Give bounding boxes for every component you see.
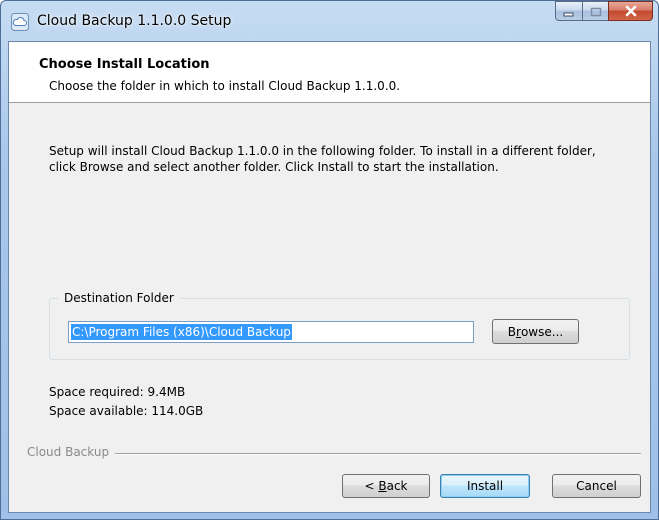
destination-group-label: Destination Folder	[58, 291, 180, 305]
cancel-button[interactable]: Cancel	[552, 474, 641, 498]
destination-path-value: C:\Program Files (x86)\Cloud Backup	[71, 324, 292, 340]
window-title: Cloud Backup 1.1.0.0 Setup	[37, 13, 232, 29]
intro-line-1: Setup will install Cloud Backup 1.1.0.0 …	[49, 144, 596, 158]
branding-divider	[109, 453, 641, 455]
page-title: Choose Install Location	[39, 57, 210, 72]
space-required-text: Space required: 9.4MB	[49, 385, 186, 399]
intro-line-2: click Browse and select another folder. …	[49, 160, 499, 174]
space-available-text: Space available: 114.0GB	[49, 404, 204, 418]
branding-text: Cloud Backup	[27, 445, 116, 459]
back-button[interactable]: < Back	[342, 474, 430, 498]
page-subtitle: Choose the folder in which to install Cl…	[49, 79, 401, 93]
minimize-button[interactable]	[555, 1, 582, 21]
setup-window: Cloud Backup 1.1.0.0 Setup Choose Instal…	[0, 0, 659, 520]
browse-label-rest: owse...	[520, 324, 564, 339]
header-panel: Choose Install Location Choose the folde…	[9, 42, 650, 103]
browse-button[interactable]: Br owse...	[492, 319, 579, 344]
back-label-rest: ack	[386, 479, 408, 493]
caption-buttons	[555, 1, 653, 23]
intro-text: Setup will install Cloud Backup 1.1.0.0 …	[49, 143, 629, 175]
maximize-icon	[590, 2, 602, 21]
back-label-part: <	[364, 479, 379, 493]
dialog-client-area: Choose Install Location Choose the folde…	[8, 41, 651, 513]
back-label-accel: B	[378, 479, 387, 493]
title-bar[interactable]: Cloud Backup 1.1.0.0 Setup	[1, 1, 658, 41]
close-button[interactable]	[608, 1, 653, 21]
minimize-icon	[563, 2, 575, 21]
browse-label-part: B	[507, 324, 517, 339]
close-icon	[624, 2, 638, 21]
cloud-icon	[11, 13, 29, 31]
maximize-button[interactable]	[582, 1, 608, 21]
install-button[interactable]: Install	[440, 474, 530, 498]
